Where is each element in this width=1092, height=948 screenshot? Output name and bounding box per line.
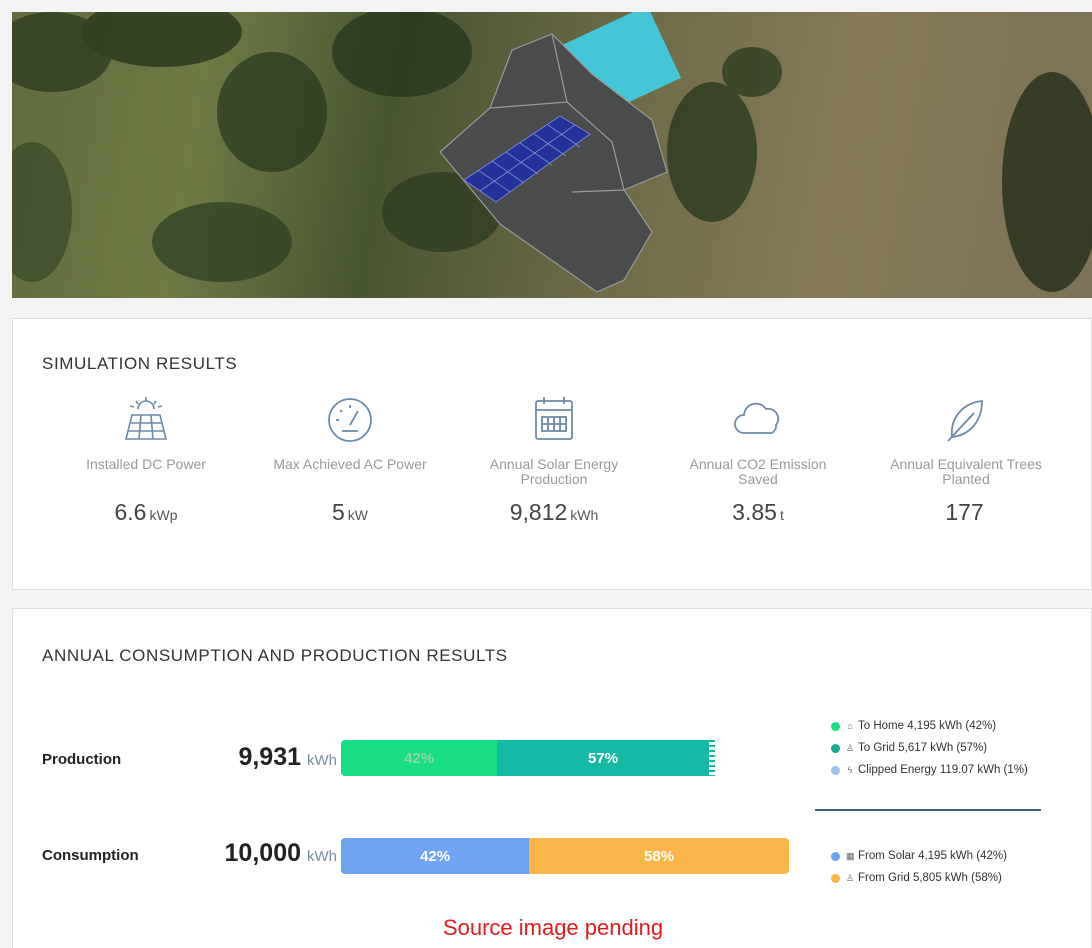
legend-dot xyxy=(831,873,840,883)
simulation-results-card: SIMULATION RESULTS Installed DC Power 6.… xyxy=(12,318,1092,590)
consumption-bar: 42% 58% xyxy=(341,838,789,874)
legend-clipped-energy[interactable]: ϟ Clipped Energy 119.07 kWh (1%) xyxy=(831,759,1028,781)
legend-divider xyxy=(815,809,1041,811)
legend-dot xyxy=(831,851,840,861)
annual-title: ANNUAL CONSUMPTION AND PRODUCTION RESULT… xyxy=(42,646,508,665)
gauge-icon xyxy=(328,398,372,442)
metric-max-ac-power: Max Achieved AC Power 5 kW xyxy=(255,395,445,526)
metric-value: 9,812 kWh xyxy=(509,499,599,525)
metric-annual-solar-production: Annual Solar Energy Production 9,812 kWh xyxy=(459,395,649,526)
solar-panel-icon xyxy=(124,397,168,440)
production-segment-clipped[interactable] xyxy=(707,740,715,776)
annual-results-card: ANNUAL CONSUMPTION AND PRODUCTION RESULT… xyxy=(12,608,1092,948)
grid-tower-icon: ♙ xyxy=(846,742,855,753)
metric-value: 5 kW xyxy=(331,499,368,525)
consumption-legend: ▦ From Solar 4,195 kWh (42%) ♙ From Grid… xyxy=(831,845,1007,889)
production-bar: 42% 57% xyxy=(341,740,709,776)
legend-to-grid[interactable]: ♙ To Grid 5,617 kWh (57%) xyxy=(831,737,1028,759)
co2-cloud-icon xyxy=(734,402,780,434)
metric-value: 177 xyxy=(945,499,984,525)
solar-mini-icon: ▦ xyxy=(846,850,855,861)
production-segment-to-grid[interactable]: 57% xyxy=(497,740,709,776)
production-segment-to-home[interactable]: 42% xyxy=(341,740,498,776)
grid-tower-icon: ♙ xyxy=(846,872,855,883)
legend-to-home[interactable]: ⌂ To Home 4,195 kWh (42%) xyxy=(831,715,1028,737)
consumption-total: 10,000 kWh xyxy=(224,839,337,867)
calendar-icon xyxy=(535,397,573,440)
metric-label: Max Achieved AC Power xyxy=(273,456,427,472)
clip-icon: ϟ xyxy=(847,765,853,775)
home-icon: ⌂ xyxy=(847,721,853,731)
metric-installed-dc-power: Installed DC Power 6.6 kWp xyxy=(51,395,241,526)
consumption-label: Consumption xyxy=(42,847,139,864)
legend-dot xyxy=(831,765,840,775)
legend-from-solar[interactable]: ▦ From Solar 4,195 kWh (42%) xyxy=(831,845,1007,867)
metric-label: Annual Solar Energy Production xyxy=(489,456,619,487)
simulation-title: SIMULATION RESULTS xyxy=(42,354,238,373)
legend-dot xyxy=(831,743,840,753)
metric-label: Installed DC Power xyxy=(86,456,206,472)
aerial-roof-map xyxy=(12,12,1092,298)
consumption-segment-from-grid[interactable]: 58% xyxy=(529,838,789,874)
source-pending-notice: Source image pending xyxy=(442,915,664,940)
metric-label: Annual CO2 Emission Saved xyxy=(689,456,827,487)
metric-value: 6.6 kWp xyxy=(114,499,178,525)
legend-from-grid[interactable]: ♙ From Grid 5,805 kWh (58%) xyxy=(831,867,1007,889)
production-label: Production xyxy=(42,751,122,768)
metric-value: 3.85 t xyxy=(732,499,784,525)
production-legend: ⌂ To Home 4,195 kWh (42%) ♙ To Grid 5,61… xyxy=(831,715,1028,781)
metric-trees-planted: Annual Equivalent Trees Planted 177 xyxy=(871,395,1061,526)
leaf-icon xyxy=(947,400,983,442)
legend-dot xyxy=(831,721,840,731)
production-total: 9,931 kWh xyxy=(238,743,337,771)
metric-label: Annual Equivalent Trees Planted xyxy=(890,456,1042,487)
consumption-segment-from-solar[interactable]: 42% xyxy=(341,838,530,874)
metric-co2-saved: Annual CO2 Emission Saved 3.85 t xyxy=(663,395,853,526)
